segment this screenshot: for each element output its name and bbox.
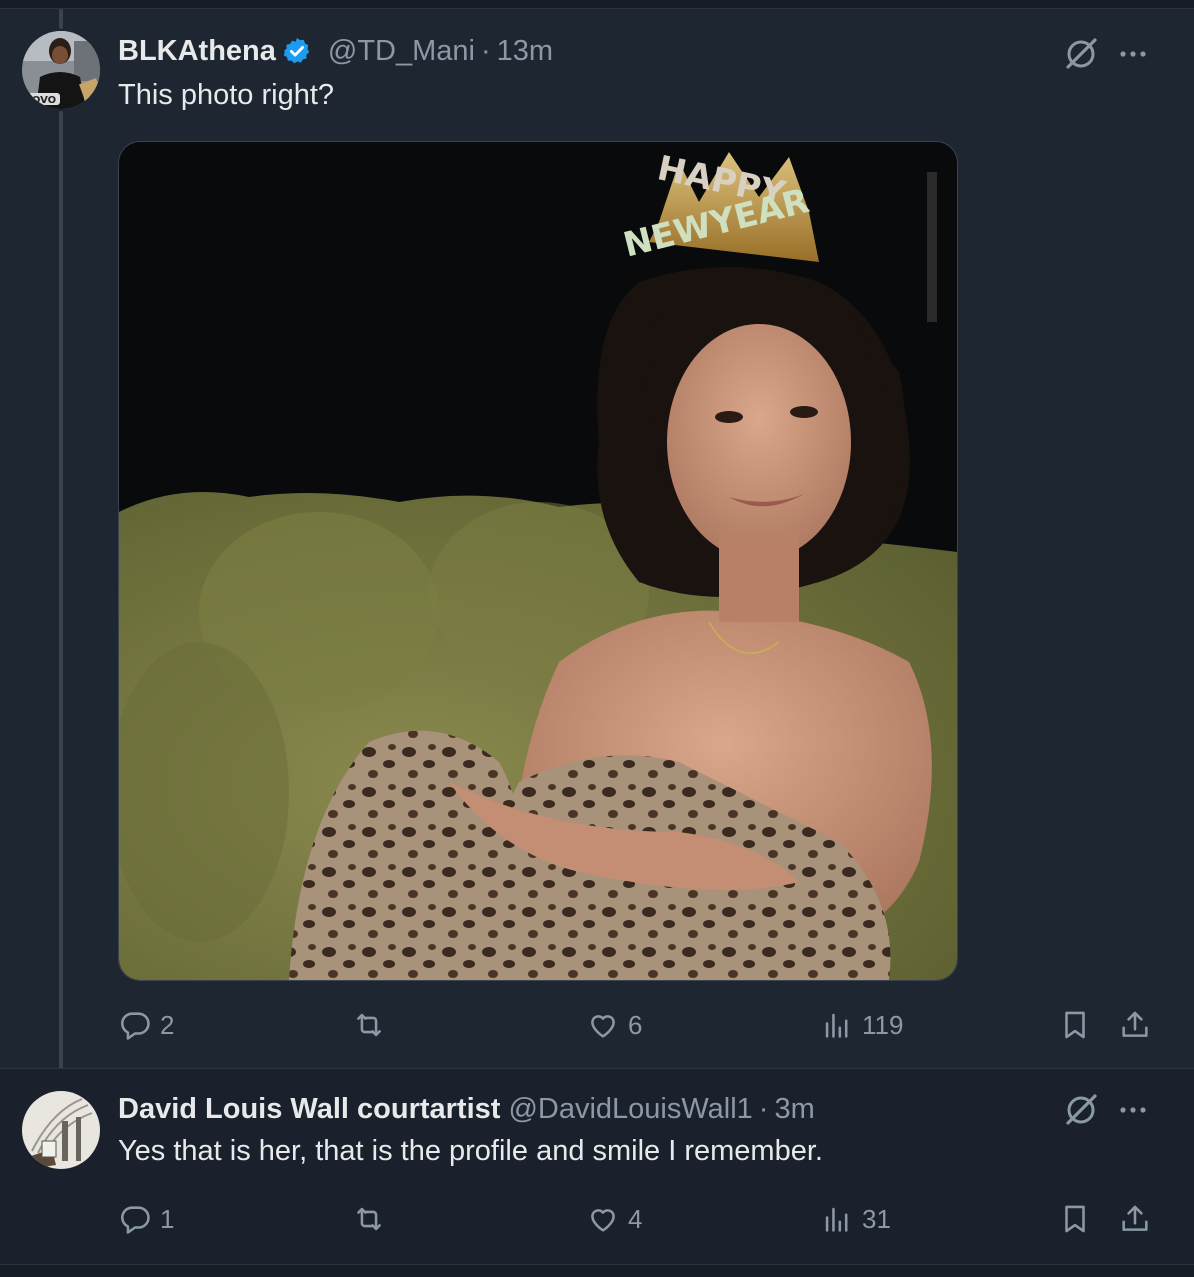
- like-icon: [591, 1015, 615, 1038]
- share-button[interactable]: [1118, 1005, 1152, 1045]
- reply-icon: [121, 1012, 150, 1040]
- action-bar: 2 6 119: [118, 1005, 1158, 1045]
- views-count: 119: [862, 1009, 904, 1040]
- thread-line-top: [59, 9, 63, 29]
- more-icon[interactable]: [1116, 1093, 1150, 1127]
- avatar[interactable]: OVO: [22, 31, 100, 109]
- bookmark-button[interactable]: [1058, 1005, 1092, 1045]
- like-icon: [591, 1209, 615, 1232]
- tweet-blkathena[interactable]: OVO BLKAthena @TD_Mani · 13m This photo …: [0, 9, 1194, 1069]
- like-button[interactable]: 6: [586, 1005, 642, 1045]
- avatar[interactable]: [22, 1091, 100, 1169]
- tweet-davidlouiswall[interactable]: David Louis Wall courtartist @DavidLouis…: [0, 1068, 1194, 1265]
- grok-icon[interactable]: [1062, 1091, 1100, 1129]
- views-icon: [825, 1013, 848, 1038]
- action-bar: 1 4 31: [118, 1199, 1158, 1239]
- views-button[interactable]: 31: [820, 1199, 891, 1239]
- timestamp[interactable]: 13m: [497, 35, 553, 68]
- separator: ·: [480, 34, 491, 67]
- like-count: 6: [628, 1009, 643, 1040]
- views-icon: [825, 1207, 848, 1232]
- reply-count: 1: [160, 1203, 175, 1234]
- svg-text:OVO: OVO: [32, 95, 56, 106]
- reply-icon: [121, 1206, 150, 1234]
- verified-badge-icon[interactable]: [282, 36, 312, 66]
- separator: ·: [758, 1092, 769, 1125]
- reply-count: 2: [160, 1009, 175, 1040]
- grok-icon[interactable]: [1062, 35, 1100, 73]
- reply-button[interactable]: 1: [118, 1199, 174, 1239]
- more-icon[interactable]: [1116, 37, 1150, 71]
- thread-line: [59, 111, 63, 1069]
- timestamp[interactable]: 3m: [774, 1093, 814, 1126]
- top-divider: [0, 0, 1194, 9]
- handle[interactable]: @TD_Mani: [328, 35, 475, 68]
- tweet-header: David Louis Wall courtartist @DavidLouis…: [118, 1091, 815, 1127]
- tweet-text: This photo right?: [118, 79, 335, 111]
- bookmark-button[interactable]: [1058, 1199, 1092, 1239]
- bookmark-icon: [1065, 1205, 1085, 1233]
- display-name[interactable]: BLKAthena: [118, 35, 276, 68]
- views-count: 31: [862, 1203, 891, 1234]
- share-icon: [1122, 1205, 1148, 1231]
- retweet-icon: [357, 1013, 381, 1037]
- share-icon: [1122, 1011, 1148, 1037]
- retweet-button[interactable]: [352, 1199, 394, 1239]
- bottom-divider: [0, 1264, 1194, 1277]
- handle[interactable]: @DavidLouisWall1: [508, 1093, 752, 1126]
- reply-button[interactable]: 2: [118, 1005, 174, 1045]
- retweet-button[interactable]: [352, 1005, 394, 1045]
- retweet-icon: [357, 1207, 381, 1231]
- share-button[interactable]: [1118, 1199, 1152, 1239]
- like-button[interactable]: 4: [586, 1199, 642, 1239]
- bookmark-icon: [1065, 1011, 1085, 1039]
- tweet-text: Yes that is her, that is the profile and…: [118, 1135, 823, 1167]
- like-count: 4: [628, 1203, 643, 1234]
- tweet-header: BLKAthena @TD_Mani · 13m: [118, 33, 553, 69]
- display-name[interactable]: David Louis Wall courtartist: [118, 1093, 500, 1126]
- tweet-photo[interactable]: HAPPY NEWYEAR: [118, 141, 958, 981]
- views-button[interactable]: 119: [820, 1005, 903, 1045]
